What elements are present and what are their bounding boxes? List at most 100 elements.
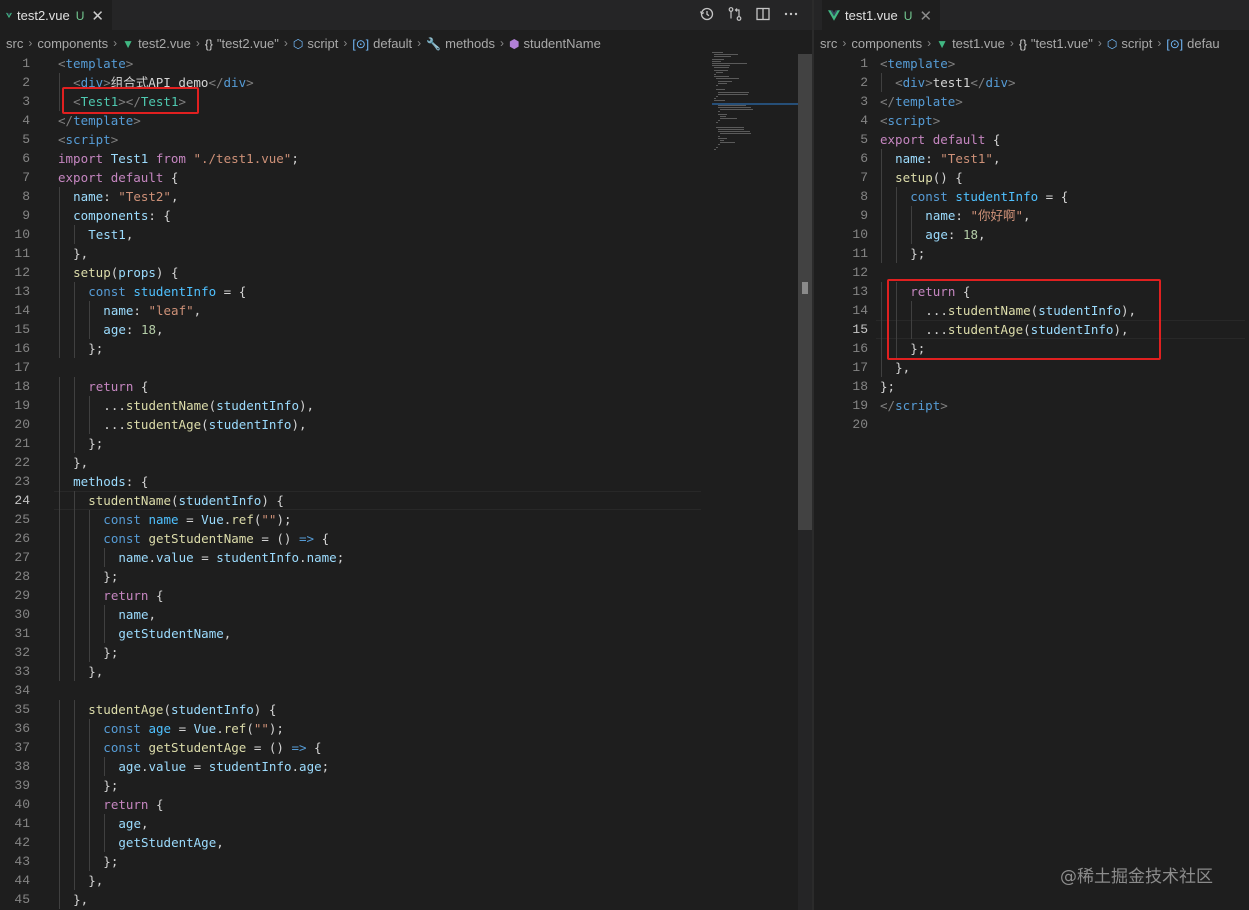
code-line[interactable]: 6 name: "Test1", xyxy=(814,149,1249,168)
code-line[interactable]: 1 <template> xyxy=(0,54,705,73)
code-line[interactable]: 13 const studentInfo = { xyxy=(0,282,705,301)
line-number: 18 xyxy=(14,379,30,394)
code-line[interactable]: 19 </script> xyxy=(814,396,1249,415)
code-line[interactable]: 4 <script> xyxy=(814,111,1249,130)
code-line[interactable]: 42 getStudentAge, xyxy=(0,833,705,852)
code-line[interactable]: 9 components: { xyxy=(0,206,705,225)
minimap[interactable] xyxy=(712,52,798,162)
split-editor-icon[interactable] xyxy=(754,5,772,23)
code-line[interactable]: 3 </template> xyxy=(814,92,1249,111)
cube-icon: ⬡ xyxy=(292,36,304,51)
code-line[interactable]: 28}; xyxy=(0,567,705,586)
code-line[interactable]: 7 setup() { xyxy=(814,168,1249,187)
code-line[interactable]: 34 xyxy=(0,681,705,700)
code-line[interactable]: 25 const name = Vue.ref(""); xyxy=(0,510,705,529)
indent-guide xyxy=(74,377,76,396)
code-line[interactable]: 11}; xyxy=(814,244,1249,263)
code-line[interactable]: 18}; xyxy=(814,377,1249,396)
close-icon[interactable]: ✕ xyxy=(919,7,932,25)
code-token: , xyxy=(223,626,232,641)
code-line[interactable]: 11}, xyxy=(0,244,705,263)
code-line[interactable]: 17}, xyxy=(814,358,1249,377)
code-line[interactable]: 14 name: "leaf", xyxy=(0,301,705,320)
compare-changes-icon[interactable] xyxy=(726,5,744,23)
breadcrumb-item[interactable]: ▼ test1.vue xyxy=(936,36,1005,51)
code-line[interactable]: 9 name: "你好啊", xyxy=(814,206,1249,225)
code-line[interactable]: 15 age: 18, xyxy=(0,320,705,339)
code-line[interactable]: 10 age: 18, xyxy=(814,225,1249,244)
code-line[interactable]: 1 <template> xyxy=(814,54,1249,73)
code-line[interactable]: 10 Test1, xyxy=(0,225,705,244)
code-line[interactable]: 37 const getStudentAge = () => { xyxy=(0,738,705,757)
code-line[interactable]: 45}, xyxy=(0,890,705,909)
breadcrumb-item[interactable]: 🔧 methods xyxy=(426,36,495,51)
tab-test2-vue[interactable]: test2.vue U ✕ xyxy=(0,0,112,30)
code-line[interactable]: 38 age.value = studentInfo.age; xyxy=(0,757,705,776)
breadcrumb-item[interactable]: [⊙] default xyxy=(352,36,412,51)
breadcrumb-item[interactable]: src xyxy=(6,36,23,51)
code-line[interactable]: 44}, xyxy=(0,871,705,890)
code-line[interactable]: 20 xyxy=(814,415,1249,434)
code-line[interactable]: 24 studentName(studentInfo) { xyxy=(0,491,705,510)
code-token: components xyxy=(73,208,149,223)
code-token: "./test1.vue" xyxy=(193,151,292,166)
tab-test1-vue[interactable]: test1.vue U ✕ xyxy=(822,0,940,30)
code-token: ref xyxy=(231,512,254,527)
indent-guide xyxy=(59,624,60,643)
code-line[interactable]: 30 name, xyxy=(0,605,705,624)
code-line[interactable]: 5 <script> xyxy=(0,130,705,149)
code-line[interactable]: 18 return { xyxy=(0,377,705,396)
code-line[interactable]: 41 age, xyxy=(0,814,705,833)
breadcrumb-chevron-icon: › xyxy=(1009,36,1014,50)
code-line[interactable]: 8 const studentInfo = { xyxy=(814,187,1249,206)
more-actions-icon[interactable] xyxy=(782,5,800,23)
code-line[interactable]: 20 ...studentAge(studentInfo), xyxy=(0,415,705,434)
line-number: 11 xyxy=(852,246,868,261)
code-line[interactable]: 6 import Test1 from "./test1.vue"; xyxy=(0,149,705,168)
code-line[interactable]: 36 const age = Vue.ref(""); xyxy=(0,719,705,738)
code-editor[interactable]: 1 <template> 2 <div>组合式API demo</div> 3 <Test… xyxy=(0,54,812,910)
breadcrumb-item[interactable]: ⬡ script xyxy=(293,36,339,51)
code-line[interactable]: 32}; xyxy=(0,643,705,662)
breadcrumb-item[interactable]: components xyxy=(851,36,922,51)
code-line[interactable]: 7 export default { xyxy=(0,168,705,187)
code-line[interactable]: 26 const getStudentName = () => { xyxy=(0,529,705,548)
code-line[interactable]: 43}; xyxy=(0,852,705,871)
code-token: > xyxy=(125,56,134,71)
indent-guide xyxy=(59,757,60,776)
code-line[interactable]: 23 methods: { xyxy=(0,472,705,491)
code-line[interactable]: 29 return { xyxy=(0,586,705,605)
minimap-line xyxy=(716,126,744,128)
code-line[interactable]: 12 setup(props) { xyxy=(0,263,705,282)
code-line[interactable]: 39}; xyxy=(0,776,705,795)
code-line[interactable]: 31 getStudentName, xyxy=(0,624,705,643)
code-editor[interactable]: 1 <template> 2 <div>test1</div> 3 </template>… xyxy=(814,54,1249,910)
code-line[interactable]: 22}, xyxy=(0,453,705,472)
code-line[interactable]: 16}; xyxy=(0,339,705,358)
breadcrumb-item[interactable]: ⬡ script xyxy=(1107,36,1153,51)
vertical-scrollbar[interactable] xyxy=(1241,54,1249,910)
code-line[interactable]: 21}; xyxy=(0,434,705,453)
indent-guide xyxy=(59,871,60,890)
breadcrumb-item[interactable]: ⬢ studentName xyxy=(509,36,601,51)
history-icon[interactable] xyxy=(698,5,716,23)
breadcrumb-item[interactable]: {} "test1.vue" xyxy=(1019,36,1093,51)
code-line[interactable]: 8 name: "Test2", xyxy=(0,187,705,206)
code-line[interactable]: 19 ...studentName(studentInfo), xyxy=(0,396,705,415)
breadcrumb-item[interactable]: ▼ test2.vue xyxy=(122,36,191,51)
code-line[interactable]: 35 studentAge(studentInfo) { xyxy=(0,700,705,719)
code-line[interactable]: 17 xyxy=(0,358,705,377)
code-line[interactable]: 2 <div>test1</div> xyxy=(814,73,1249,92)
breadcrumb-item[interactable]: {} "test2.vue" xyxy=(205,36,279,51)
code-line[interactable]: 27 name.value = studentInfo.name; xyxy=(0,548,705,567)
code-line[interactable]: 5 export default { xyxy=(814,130,1249,149)
breadcrumb-item[interactable]: [⊙] defau xyxy=(1166,36,1219,51)
code-line[interactable]: 33}, xyxy=(0,662,705,681)
code-line[interactable]: 40 return { xyxy=(0,795,705,814)
breadcrumb-item[interactable]: components xyxy=(37,36,108,51)
line-number: 19 xyxy=(852,398,868,413)
close-icon[interactable]: ✕ xyxy=(91,7,104,25)
indent-guide xyxy=(896,244,898,263)
breadcrumb-item[interactable]: src xyxy=(820,36,837,51)
vertical-scrollbar[interactable] xyxy=(798,54,812,910)
